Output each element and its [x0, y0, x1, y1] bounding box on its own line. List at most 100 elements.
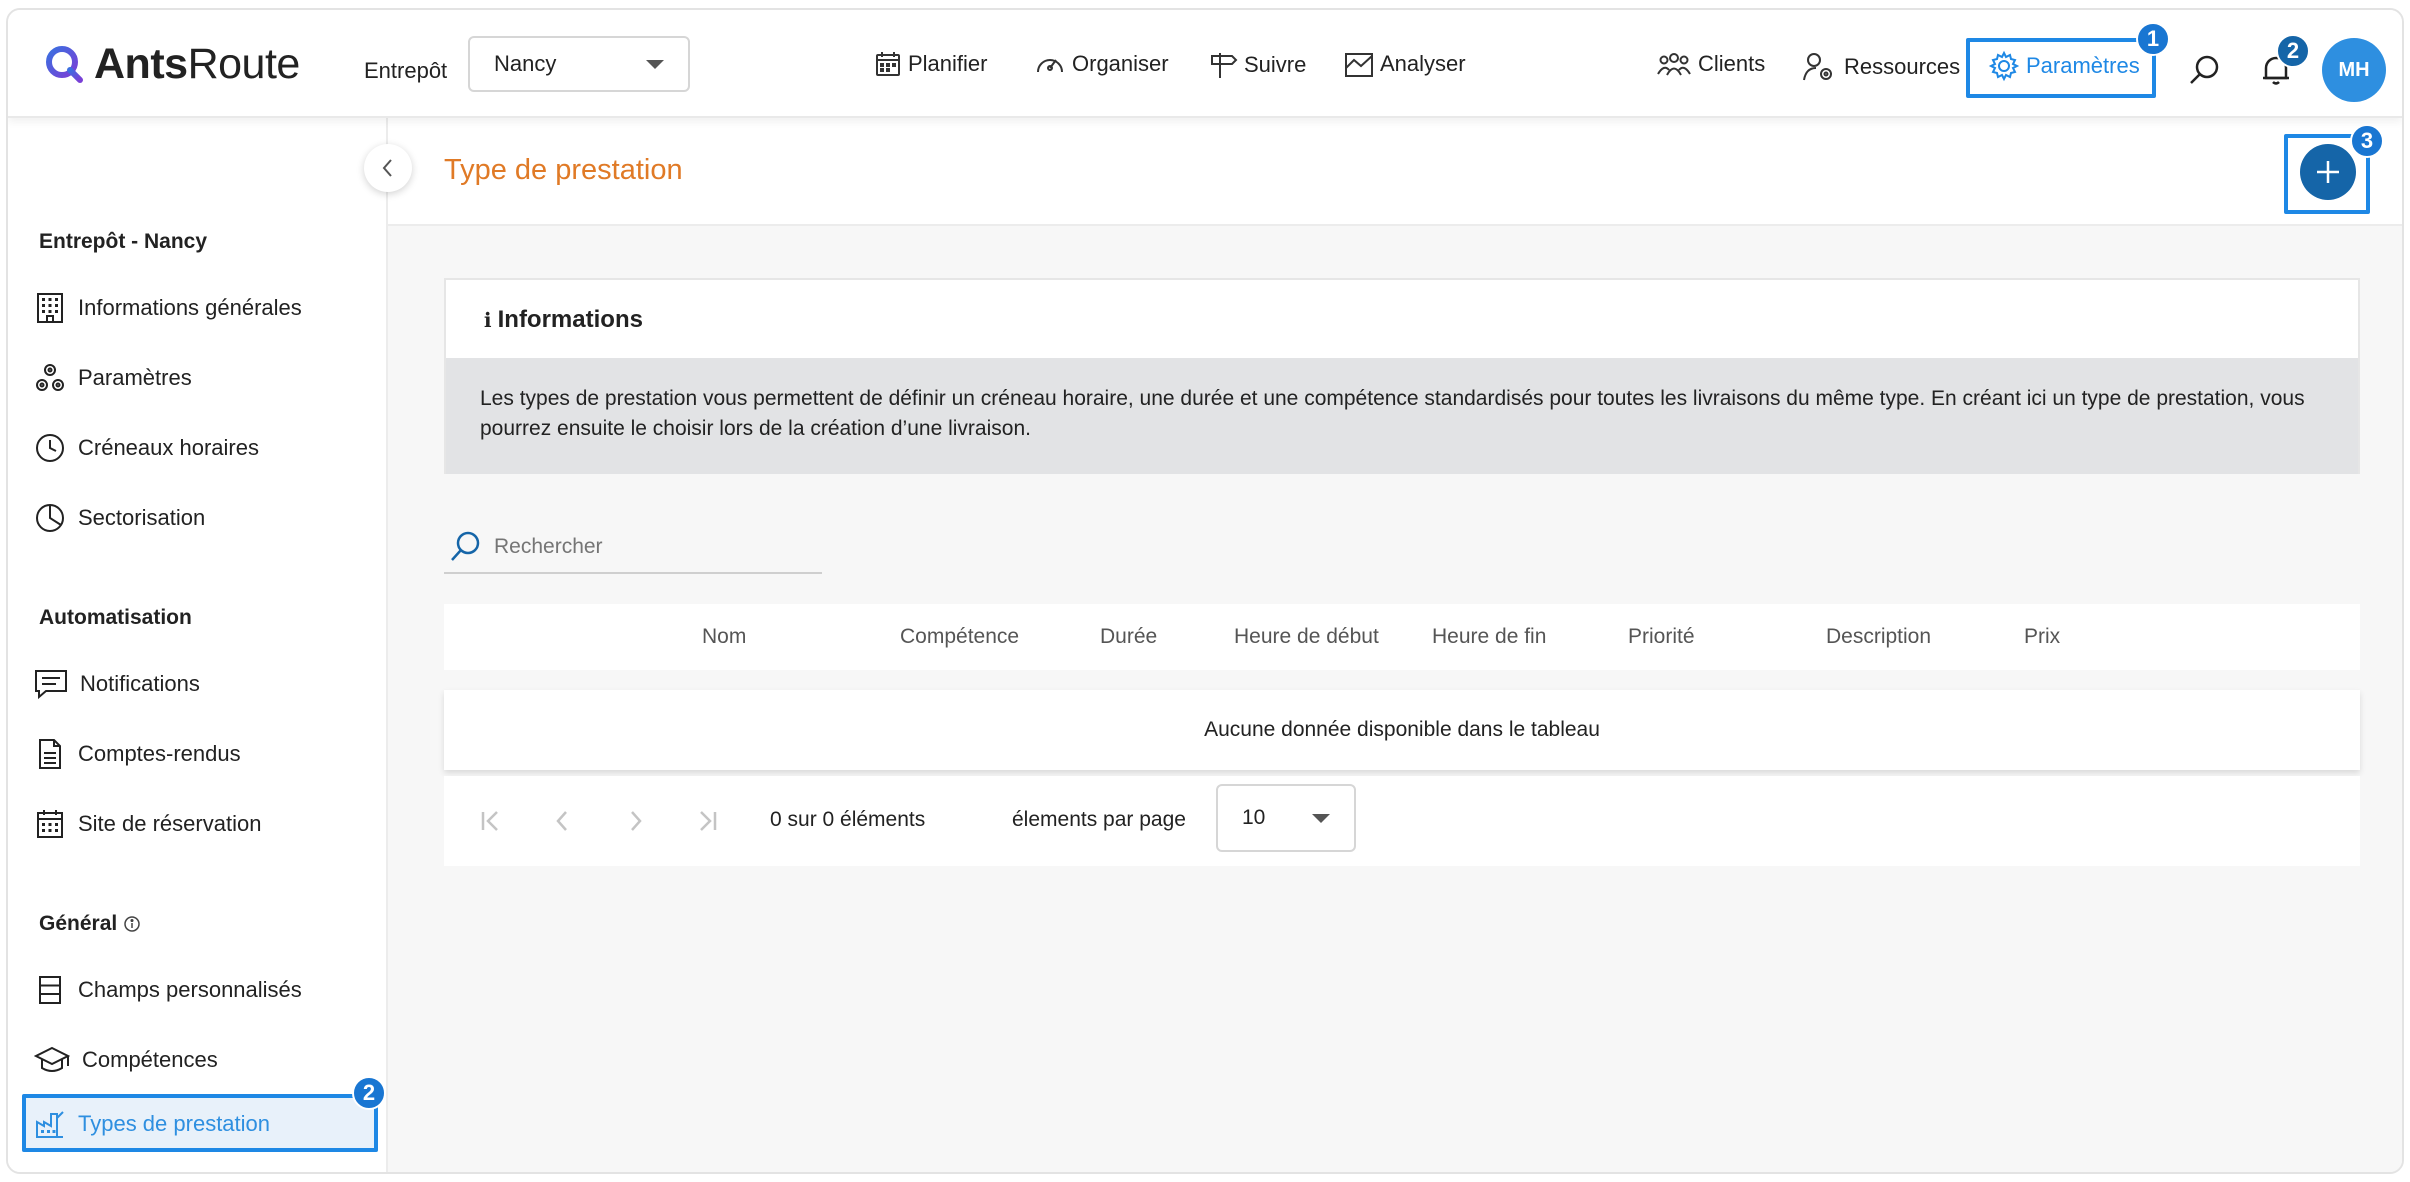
caret-down-icon [646, 59, 664, 69]
message-icon [35, 670, 67, 700]
collapse-sidebar-button[interactable] [364, 144, 412, 192]
step-badge: 1 [2136, 22, 2170, 56]
nav-label: Organiser [1072, 51, 1169, 76]
gauge-icon [1037, 59, 1063, 73]
info-card: ℹ Informations Les types de prestation v… [444, 278, 2360, 474]
column-header-heure-debut[interactable]: Heure de début [1234, 625, 1379, 649]
paginator: 0 sur 0 éléments élements par page 10 [444, 776, 2360, 866]
sidebar-item-skills[interactable]: Compétences [34, 1040, 218, 1080]
sidebar-item-sectorisation[interactable]: Sectorisation [34, 498, 205, 538]
chart-icon [1345, 53, 1373, 77]
first-page-icon [481, 811, 498, 831]
chevron-left-icon [382, 159, 392, 177]
sidebar: Entrepôt - Nancy Informations générales … [8, 118, 388, 1172]
sidebar-item-booking-site[interactable]: Site de réservation [34, 804, 261, 844]
cogs-icon [36, 364, 64, 391]
last-page-button[interactable] [692, 806, 722, 836]
page-header: Type de prestation 3 [388, 118, 2402, 226]
sidebar-item-notifications[interactable]: Notifications [34, 664, 200, 704]
step-badge: 3 [2350, 124, 2384, 158]
antsroute-logo[interactable]: AntsRoute [44, 38, 300, 90]
brand-bold: Ants [94, 39, 188, 88]
search-button[interactable] [2184, 50, 2224, 90]
last-page-icon [700, 811, 717, 831]
caret-down-icon [1312, 813, 1330, 823]
sidebar-item-reports[interactable]: Comptes-rendus [34, 734, 241, 774]
list-rows-icon [39, 976, 61, 1004]
sidebar-section-general: Général [39, 912, 141, 936]
nav-clients[interactable]: Clients [1656, 50, 1765, 78]
table-empty-row: Aucune donnée disponible dans le tableau [444, 690, 2360, 770]
sidebar-section-warehouse: Entrepôt - Nancy [39, 230, 208, 253]
sidebar-item-label: Comptes-rendus [78, 741, 241, 766]
sidebar-item-label: Site de réservation [78, 811, 262, 836]
warehouse-label: Entrepôt [364, 58, 448, 83]
nav-ressources[interactable]: Ressources [1802, 50, 1960, 84]
previous-page-button[interactable] [548, 806, 578, 836]
sidebar-item-time-slots[interactable]: Créneaux horaires [34, 428, 259, 468]
nav-label: Suivre [1244, 52, 1307, 77]
items-per-page-label: élements par page [1012, 808, 1186, 831]
sidebar-item-label: Notifications [80, 671, 200, 696]
step-badge: 2 [352, 1076, 386, 1110]
app-window: AntsRoute Entrepôt Nancy Planifier Organ… [6, 8, 2404, 1174]
info-i-icon: ℹ [484, 308, 492, 332]
next-page-button[interactable] [620, 806, 650, 836]
items-per-page-select[interactable]: 10 [1216, 784, 1356, 852]
warehouse-value: Nancy [494, 51, 557, 76]
nav-label: Analyser [1380, 51, 1466, 76]
search-icon [2190, 55, 2219, 84]
sidebar-item-label: Paramètres [78, 365, 192, 390]
column-header-prix[interactable]: Prix [2024, 625, 2060, 649]
nav-label: Planifier [908, 51, 988, 76]
brand-rest: Route [187, 39, 301, 88]
sidebar-item-general-info[interactable]: Informations générales [34, 288, 302, 328]
column-header-competence[interactable]: Compétence [900, 625, 1019, 649]
user-avatar[interactable]: MH [2322, 38, 2386, 102]
warehouse-select[interactable]: Nancy [468, 36, 690, 92]
chevron-right-icon [631, 811, 642, 831]
first-page-button[interactable] [476, 806, 506, 836]
notification-count-badge: 2 [2276, 34, 2310, 68]
calendar-icon [876, 52, 900, 76]
main-content: Type de prestation 3 ℹ Informations Les … [388, 118, 2402, 1172]
nav-organiser[interactable]: Organiser [1034, 50, 1169, 78]
info-circle-icon [124, 916, 140, 932]
column-header-duree[interactable]: Durée [1100, 625, 1157, 649]
column-header-heure-fin[interactable]: Heure de fin [1432, 625, 1546, 649]
column-header-description[interactable]: Description [1826, 625, 1931, 649]
sidebar-section-automation: Automatisation [39, 606, 192, 629]
info-card-title: ℹ Informations [484, 306, 643, 334]
sidebar-item-label: Compétences [82, 1047, 218, 1072]
top-bar: AntsRoute Entrepôt Nancy Planifier Organ… [8, 10, 2402, 118]
sidebar-item-label: Créneaux horaires [78, 435, 259, 460]
search-icon [451, 531, 480, 561]
signpost-icon [1211, 53, 1238, 78]
building-icon [37, 293, 63, 323]
calendar-icon [37, 810, 63, 838]
column-header-priorite[interactable]: Priorité [1628, 625, 1695, 649]
people-icon [1657, 53, 1691, 76]
settings-highlight [1966, 38, 2156, 98]
nav-label: Ressources [1844, 54, 1961, 79]
document-icon [39, 739, 61, 769]
nav-suivre[interactable]: Suivre [1208, 50, 1306, 80]
items-per-page-value: 10 [1242, 806, 1266, 829]
user-gear-icon [1803, 53, 1832, 81]
clock-icon [36, 434, 64, 462]
nav-label: Clients [1698, 51, 1766, 76]
search-field[interactable] [444, 522, 822, 574]
sidebar-item-label: Sectorisation [78, 505, 206, 530]
search-input[interactable] [494, 535, 794, 559]
sidebar-section-general-label: Général [39, 912, 118, 935]
page-title: Type de prestation [444, 154, 683, 186]
sidebar-item-parameters[interactable]: Paramètres [34, 358, 192, 398]
pie-icon [36, 504, 64, 532]
sidebar-item-custom-fields[interactable]: Champs personnalisés [34, 970, 302, 1010]
nav-analyser[interactable]: Analyser [1344, 50, 1466, 78]
column-header-nom[interactable]: Nom [702, 625, 746, 649]
info-title-text: Informations [497, 306, 643, 333]
chevron-left-icon [556, 811, 567, 831]
nav-planifier[interactable]: Planifier [874, 50, 987, 78]
sidebar-item-label: Champs personnalisés [78, 977, 302, 1002]
